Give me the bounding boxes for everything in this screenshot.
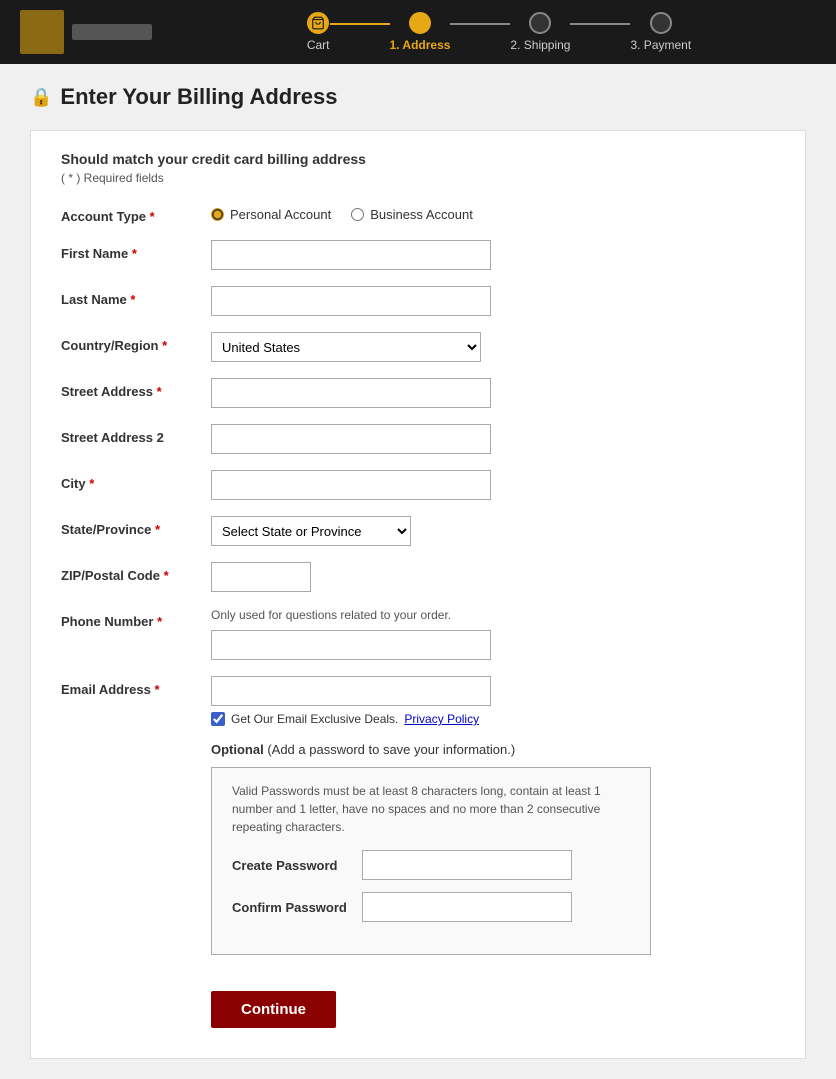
optional-section-row: Optional (Add a password to save your in… [61,742,775,955]
street-address-2-label: Street Address 2 [61,424,211,445]
first-name-label: First Name * [61,240,211,261]
confirm-password-label: Confirm Password [232,900,362,915]
step-payment: 3. Payment [630,12,691,52]
step-cart-circle [307,12,329,34]
email-deals-label: Get Our Email Exclusive Deals. [231,712,398,726]
country-select[interactable]: United States Canada United Kingdom Aust… [211,332,481,362]
zip-row: ZIP/Postal Code * [61,562,775,592]
step-address: ✓ 1. Address [390,12,451,52]
zip-label: ZIP/Postal Code * [61,562,211,583]
personal-account-label: Personal Account [230,207,331,222]
step-payment-label: 3. Payment [630,38,691,52]
state-label: State/Province * [61,516,211,537]
account-type-options: Personal Account Business Account [211,203,775,222]
city-input[interactable] [211,470,491,500]
street-address-label: Street Address * [61,378,211,399]
account-type-row: Account Type * Personal Account Business… [61,203,775,224]
city-label: City * [61,470,211,491]
main-content: 🔒 Enter Your Billing Address Should matc… [0,64,836,1079]
continue-button[interactable]: Continue [211,991,336,1028]
step-address-circle: ✓ [409,12,431,34]
country-row: Country/Region * United States Canada Un… [61,332,775,362]
create-password-label: Create Password [232,858,362,873]
page-title: 🔒 Enter Your Billing Address [30,84,806,110]
billing-subtitle: Should match your credit card billing ad… [61,151,775,167]
personal-account-option[interactable]: Personal Account [211,207,331,222]
connector-3 [570,23,630,25]
personal-account-radio[interactable] [211,208,224,221]
email-label: Email Address * [61,676,211,697]
account-type-label: Account Type * [61,203,211,224]
zip-input[interactable] [211,562,311,592]
billing-form-section: Should match your credit card billing ad… [30,130,806,1059]
step-payment-circle [650,12,672,34]
lock-icon: 🔒 [30,87,52,108]
step-address-label: 1. Address [390,38,451,52]
logo [20,10,152,54]
business-account-radio[interactable] [351,208,364,221]
continue-button-wrap: Continue [211,971,775,1028]
street-address-input[interactable] [211,378,491,408]
street-address-2-row: Street Address 2 [61,424,775,454]
state-select[interactable]: Select State or Province Alabama Alaska … [211,516,411,546]
privacy-policy-link[interactable]: Privacy Policy [404,712,479,726]
state-row: State/Province * Select State or Provinc… [61,516,775,546]
phone-label: Phone Number * [61,608,211,629]
checkout-steps: Cart ✓ 1. Address 2. Shipping 3. Payment [182,12,816,52]
step-cart-label: Cart [307,38,330,52]
required-note: ( * ) Required fields [61,171,775,185]
step-shipping-label: 2. Shipping [510,38,570,52]
email-checkbox-row: Get Our Email Exclusive Deals. Privacy P… [211,712,775,726]
logo-image [20,10,64,54]
email-input[interactable] [211,676,491,706]
first-name-row: First Name * [61,240,775,270]
optional-label: Optional (Add a password to save your in… [211,742,775,757]
last-name-row: Last Name * [61,286,775,316]
confirm-password-row: Confirm Password [232,892,630,922]
phone-row: Phone Number * Only used for questions r… [61,608,775,660]
city-row: City * [61,470,775,500]
email-row: Email Address * Get Our Email Exclusive … [61,676,775,726]
country-label: Country/Region * [61,332,211,353]
last-name-label: Last Name * [61,286,211,307]
password-hint: Valid Passwords must be at least 8 chara… [232,782,630,836]
step-cart: Cart [307,12,330,52]
street-address-row: Street Address * [61,378,775,408]
optional-password-box: Valid Passwords must be at least 8 chara… [211,767,651,955]
logo-text-placeholder [72,24,152,40]
street-address-2-input[interactable] [211,424,491,454]
last-name-input[interactable] [211,286,491,316]
email-deals-checkbox[interactable] [211,712,225,726]
create-password-row: Create Password [232,850,630,880]
header: Cart ✓ 1. Address 2. Shipping 3. Payment [0,0,836,64]
first-name-input[interactable] [211,240,491,270]
step-shipping-circle [529,12,551,34]
connector-2 [450,23,510,25]
phone-note: Only used for questions related to your … [211,608,775,622]
business-account-option[interactable]: Business Account [351,207,473,222]
business-account-label: Business Account [370,207,473,222]
step-shipping: 2. Shipping [510,12,570,52]
phone-input[interactable] [211,630,491,660]
confirm-password-input[interactable] [362,892,572,922]
create-password-input[interactable] [362,850,572,880]
connector-1 [330,23,390,25]
